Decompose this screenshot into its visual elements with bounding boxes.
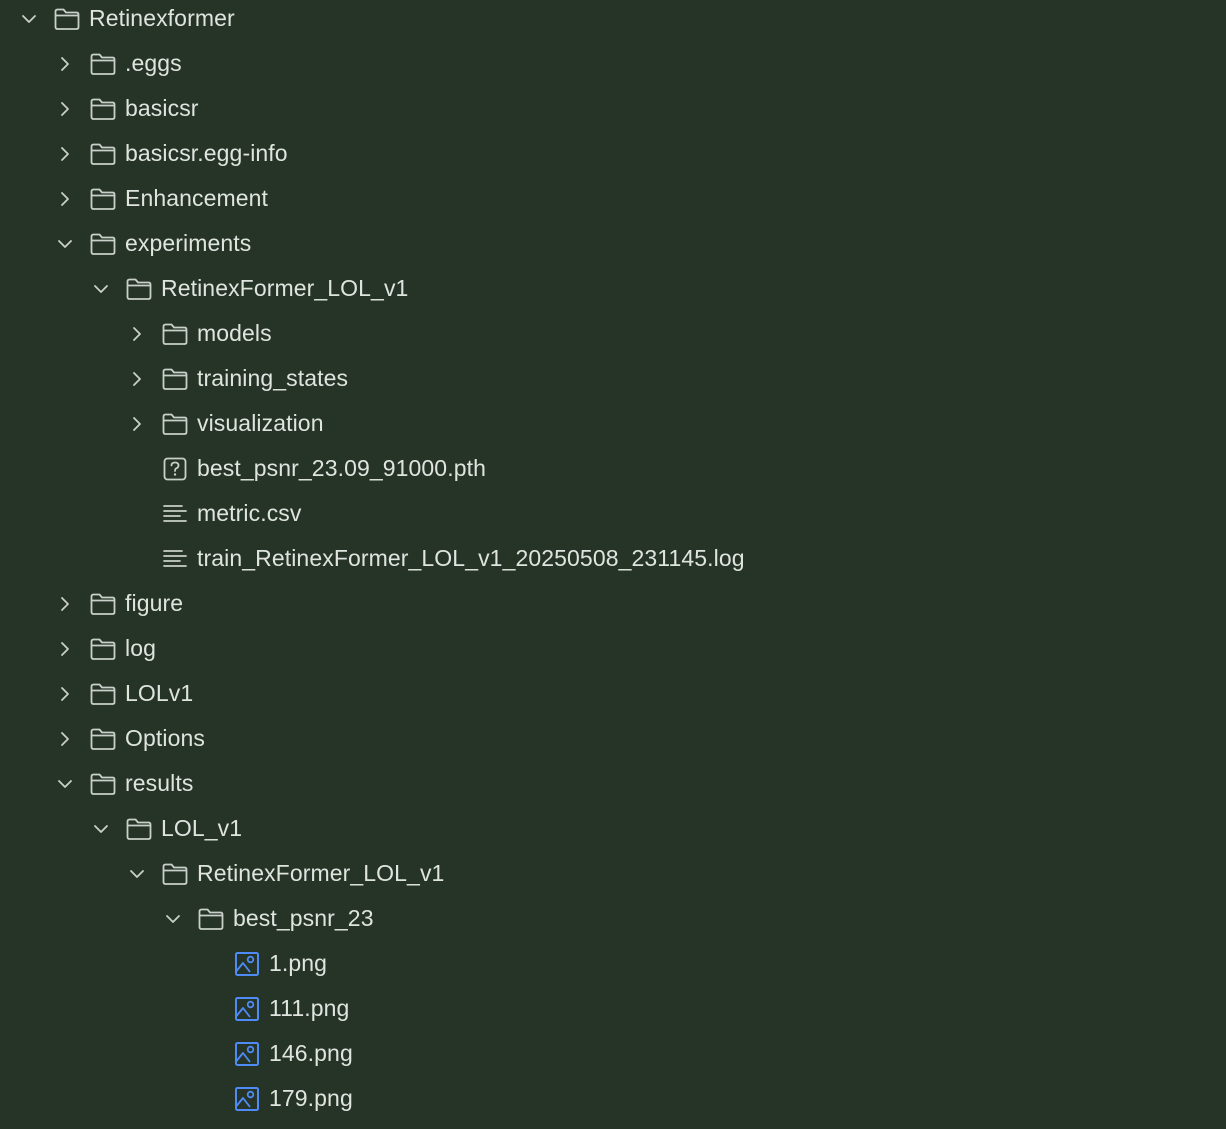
chevron-down-icon[interactable] <box>54 233 76 255</box>
tree-folder-options[interactable]: Options <box>0 716 1226 761</box>
tree-folder-basicsr[interactable]: basicsr <box>0 86 1226 131</box>
image-file-icon <box>233 996 261 1022</box>
tree-folder-retinexformer-lol-v1[interactable]: RetinexFormer_LOL_v1 <box>0 266 1226 311</box>
tree-folder-experiments[interactable]: experiments <box>0 221 1226 266</box>
folder-icon <box>125 276 153 302</box>
chevron-down-icon[interactable] <box>90 818 112 840</box>
tree-item-label: Retinexformer <box>89 5 235 31</box>
chevron-right-icon[interactable] <box>54 53 76 75</box>
tree-item-label: train_RetinexFormer_LOL_v1_20250508_2311… <box>197 545 745 571</box>
tree-item-label: training_states <box>197 365 349 391</box>
tree-item-label: 1.png <box>269 950 328 976</box>
tree-folder-lol-v1[interactable]: LOL_v1 <box>0 806 1226 851</box>
tree-item-label: 146.png <box>269 1040 353 1066</box>
chevron-right-icon[interactable] <box>54 593 76 615</box>
tree-item-label: Enhancement <box>125 185 269 211</box>
folder-icon <box>89 591 117 617</box>
chevron-right-icon[interactable] <box>126 413 148 435</box>
image-file-icon <box>233 1041 261 1067</box>
chevron-right-icon[interactable] <box>126 323 148 345</box>
tree-item-label: figure <box>125 590 184 616</box>
tree-folder-best-psnr-23[interactable]: best_psnr_23 <box>0 896 1226 941</box>
folder-icon <box>161 861 189 887</box>
chevron-right-icon[interactable] <box>54 98 76 120</box>
image-file-icon <box>233 1086 261 1112</box>
tree-folder-eggs[interactable]: .eggs <box>0 41 1226 86</box>
tree-folder-log[interactable]: log <box>0 626 1226 671</box>
tree-folder-lolv1[interactable]: LOLv1 <box>0 671 1226 716</box>
chevron-right-icon[interactable] <box>126 368 148 390</box>
text-file-icon <box>161 501 189 527</box>
tree-folder-training-states[interactable]: training_states <box>0 356 1226 401</box>
tree-file-1-png[interactable]: 1.png <box>0 941 1226 986</box>
chevron-right-icon[interactable] <box>54 728 76 750</box>
folder-icon <box>125 816 153 842</box>
chevron-down-icon[interactable] <box>162 908 184 930</box>
tree-folder-enhancement[interactable]: Enhancement <box>0 176 1226 221</box>
tree-file-111-png[interactable]: 111.png <box>0 986 1226 1031</box>
folder-icon <box>197 906 225 932</box>
image-file-icon <box>233 951 261 977</box>
tree-folder-models[interactable]: models <box>0 311 1226 356</box>
tree-item-label: basicsr.egg-info <box>125 140 288 166</box>
chevron-right-icon[interactable] <box>54 143 76 165</box>
folder-icon <box>89 681 117 707</box>
chevron-down-icon[interactable] <box>126 863 148 885</box>
folder-icon <box>161 321 189 347</box>
tree-file-train-retinexformer-lol-v1-20250508-231145-log[interactable]: train_RetinexFormer_LOL_v1_20250508_2311… <box>0 536 1226 581</box>
tree-folder-results[interactable]: results <box>0 761 1226 806</box>
folder-icon <box>89 96 117 122</box>
tree-item-label: log <box>125 635 156 661</box>
tree-item-label: Options <box>125 725 205 751</box>
tree-item-label: LOL_v1 <box>161 815 243 841</box>
chevron-right-icon[interactable] <box>54 638 76 660</box>
folder-icon <box>89 141 117 167</box>
folder-icon <box>89 771 117 797</box>
tree-item-label: RetinexFormer_LOL_v1 <box>161 275 409 301</box>
tree-folder-retinexformer[interactable]: Retinexformer <box>0 0 1226 41</box>
chevron-right-icon[interactable] <box>54 683 76 705</box>
folder-icon <box>89 186 117 212</box>
folder-icon <box>53 6 81 32</box>
tree-file-best-psnr-23-09-91000-pth[interactable]: best_psnr_23.09_91000.pth <box>0 446 1226 491</box>
folder-icon <box>89 231 117 257</box>
tree-item-label: 179.png <box>269 1085 353 1111</box>
tree-item-label: .eggs <box>125 50 182 76</box>
chevron-down-icon[interactable] <box>54 773 76 795</box>
folder-icon <box>161 366 189 392</box>
tree-item-label: RetinexFormer_LOL_v1 <box>197 860 445 886</box>
project-file-tree: Retinexformer .eggs basicsr basicsr.egg-inf… <box>0 0 1226 1129</box>
tree-file-metric-csv[interactable]: metric.csv <box>0 491 1226 536</box>
tree-folder-basicsr-egg-info[interactable]: basicsr.egg-info <box>0 131 1226 176</box>
tree-folder-figure[interactable]: figure <box>0 581 1226 626</box>
tree-item-label: best_psnr_23.09_91000.pth <box>197 455 486 481</box>
tree-file-146-png[interactable]: 146.png <box>0 1031 1226 1076</box>
tree-item-label: best_psnr_23 <box>233 905 374 931</box>
tree-file-179-png[interactable]: 179.png <box>0 1076 1226 1121</box>
tree-folder-retinexformer-lol-v1[interactable]: RetinexFormer_LOL_v1 <box>0 851 1226 896</box>
folder-icon <box>89 636 117 662</box>
tree-item-label: 111.png <box>269 995 350 1021</box>
unknown-file-icon <box>161 456 189 482</box>
tree-item-label: metric.csv <box>197 500 302 526</box>
folder-icon <box>161 411 189 437</box>
text-file-icon <box>161 546 189 572</box>
tree-item-label: LOLv1 <box>125 680 194 706</box>
folder-icon <box>89 726 117 752</box>
tree-item-label: models <box>197 320 272 346</box>
tree-item-label: visualization <box>197 410 324 436</box>
tree-folder-visualization[interactable]: visualization <box>0 401 1226 446</box>
tree-item-label: basicsr <box>125 95 199 121</box>
tree-item-label: results <box>125 770 194 796</box>
chevron-down-icon[interactable] <box>18 8 40 30</box>
folder-icon <box>89 51 117 77</box>
chevron-down-icon[interactable] <box>90 278 112 300</box>
chevron-right-icon[interactable] <box>54 188 76 210</box>
tree-item-label: experiments <box>125 230 252 256</box>
